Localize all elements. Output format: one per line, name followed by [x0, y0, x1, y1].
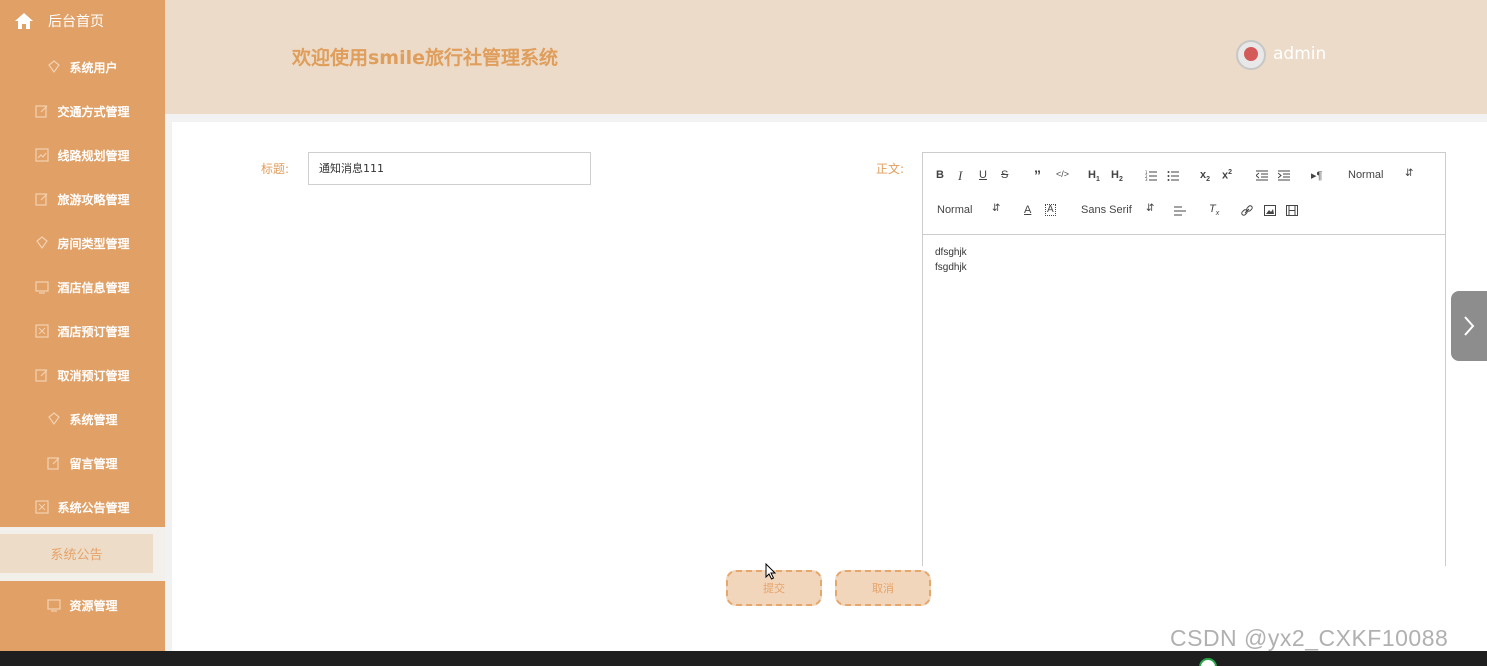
- diamond-icon: [48, 412, 61, 426]
- sidebar-item-label: 留言管理: [69, 456, 118, 471]
- bullet-list-icon[interactable]: [1167, 170, 1179, 181]
- sidebar-item-label: 取消预订管理: [57, 368, 130, 383]
- page-title: 欢迎使用smile旅行社管理系统: [292, 47, 559, 69]
- box-icon: [35, 500, 50, 514]
- chevron-right-icon: [1464, 316, 1475, 336]
- underline-icon[interactable]: U: [979, 169, 987, 181]
- size-select[interactable]: Normal: [937, 204, 972, 216]
- username[interactable]: admin: [1273, 44, 1326, 64]
- clear-format-icon[interactable]: Tx: [1209, 203, 1219, 217]
- sidebar-item-label: 酒店信息管理: [57, 280, 130, 295]
- expand-panel-button[interactable]: [1451, 291, 1487, 361]
- select-arrows-icon: ⇵: [1146, 203, 1155, 214]
- blockquote-icon[interactable]: ”: [1034, 167, 1041, 183]
- sidebar-item-announcements[interactable]: 系统公告管理: [0, 485, 165, 529]
- text-direction-icon[interactable]: ▸¶: [1311, 169, 1322, 182]
- edit-icon: [47, 457, 60, 470]
- strike-icon[interactable]: S: [1001, 169, 1008, 181]
- monitor-icon: [47, 599, 62, 612]
- sidebar-item-label: 系统公告管理: [57, 500, 130, 515]
- title-label: 标题:: [261, 162, 290, 176]
- sidebar-item-system-users[interactable]: 系统用户: [0, 45, 165, 89]
- h2-icon[interactable]: H2: [1111, 169, 1123, 183]
- sidebar-item-route[interactable]: 线路规划管理: [0, 133, 165, 177]
- sidebar-item-label: 交通方式管理: [57, 104, 130, 119]
- select-arrows-icon: ⇵: [1405, 168, 1414, 179]
- editor-body[interactable]: dfsghjk fsgdhjk: [935, 245, 967, 275]
- chart-icon: [35, 148, 50, 162]
- avatar-face-icon: [1244, 47, 1258, 61]
- svg-text:3: 3: [1145, 177, 1148, 181]
- sidebar-item-label: 房间类型管理: [57, 236, 130, 251]
- code-icon[interactable]: </>: [1056, 169, 1069, 179]
- sidebar-item-resources[interactable]: 资源管理: [0, 583, 165, 627]
- edit-icon: [35, 369, 48, 382]
- sidebar-subitem-announcement[interactable]: 系统公告: [0, 534, 153, 573]
- italic-icon[interactable]: I: [958, 168, 962, 184]
- sidebar: 后台首页 系统用户 交通方式管理 线路规划管理 旅游攻略管理 房间类型管理 酒店…: [0, 0, 165, 651]
- align-icon[interactable]: [1174, 206, 1186, 216]
- link-icon[interactable]: [1241, 205, 1253, 217]
- sidebar-item-label: 系统管理: [69, 412, 118, 427]
- sidebar-item-hotel-booking[interactable]: 酒店预订管理: [0, 309, 165, 353]
- sidebar-submenu: 系统公告: [0, 527, 165, 581]
- background-color-icon[interactable]: A: [1045, 204, 1056, 216]
- sidebar-item-system-manage[interactable]: 系统管理: [0, 397, 165, 441]
- edit-icon: [35, 193, 48, 206]
- cancel-button[interactable]: 取消: [835, 570, 931, 606]
- editor-line: dfsghjk: [935, 247, 967, 258]
- select-arrows-icon: ⇵: [992, 203, 1001, 214]
- sidebar-item-transport[interactable]: 交通方式管理: [0, 89, 165, 133]
- ordered-list-icon[interactable]: 123: [1145, 170, 1157, 181]
- superscript-icon[interactable]: x2: [1222, 169, 1232, 182]
- watermark: CSDN @yx2_CXKF10088: [1170, 625, 1449, 651]
- header-select[interactable]: Normal: [1348, 169, 1383, 181]
- sidebar-item-label: 资源管理: [69, 598, 118, 613]
- sidebar-item-label: 旅游攻略管理: [57, 192, 130, 207]
- mouse-cursor-icon: [765, 563, 777, 580]
- body-label: 正文:: [876, 162, 905, 176]
- taskbar: [0, 651, 1487, 666]
- font-select[interactable]: Sans Serif: [1081, 204, 1132, 216]
- sidebar-home-label: 后台首页: [48, 14, 104, 30]
- sidebar-item-cancel-booking[interactable]: 取消预订管理: [0, 353, 165, 397]
- monitor-icon: [35, 281, 50, 294]
- subscript-icon[interactable]: x2: [1200, 169, 1210, 183]
- avatar[interactable]: [1236, 40, 1266, 70]
- image-icon[interactable]: [1264, 205, 1276, 216]
- sidebar-item-messages[interactable]: 留言管理: [0, 441, 165, 485]
- box-icon: [35, 324, 50, 338]
- title-input[interactable]: 通知消息111: [308, 152, 591, 185]
- indent-icon[interactable]: [1278, 170, 1290, 181]
- diamond-icon: [48, 60, 61, 74]
- sidebar-item-guides[interactable]: 旅游攻略管理: [0, 177, 165, 221]
- sidebar-item-label: 酒店预订管理: [57, 324, 130, 339]
- sidebar-item-label: 系统用户: [69, 60, 118, 75]
- home-icon: [15, 13, 33, 29]
- editor-line: fsgdhjk: [935, 262, 967, 273]
- edit-icon: [35, 105, 48, 118]
- editor-toolbar: B I U S ” </> H1 H2 123 x2 x2 ▸¶ Normal …: [923, 153, 1445, 235]
- h1-icon[interactable]: H1: [1088, 169, 1100, 183]
- header: 欢迎使用smile旅行社管理系统 admin: [165, 0, 1487, 114]
- sidebar-home[interactable]: 后台首页: [0, 0, 165, 42]
- sidebar-item-hotel-info[interactable]: 酒店信息管理: [0, 265, 165, 309]
- bold-icon[interactable]: B: [936, 169, 944, 181]
- text-color-icon[interactable]: A: [1024, 204, 1031, 216]
- outdent-icon[interactable]: [1256, 170, 1268, 181]
- rich-text-editor: B I U S ” </> H1 H2 123 x2 x2 ▸¶ Normal …: [922, 152, 1446, 566]
- sidebar-item-label: 线路规划管理: [57, 148, 130, 163]
- video-icon[interactable]: [1286, 205, 1298, 216]
- sidebar-item-room-types[interactable]: 房间类型管理: [0, 221, 165, 265]
- diamond-icon: [36, 236, 49, 250]
